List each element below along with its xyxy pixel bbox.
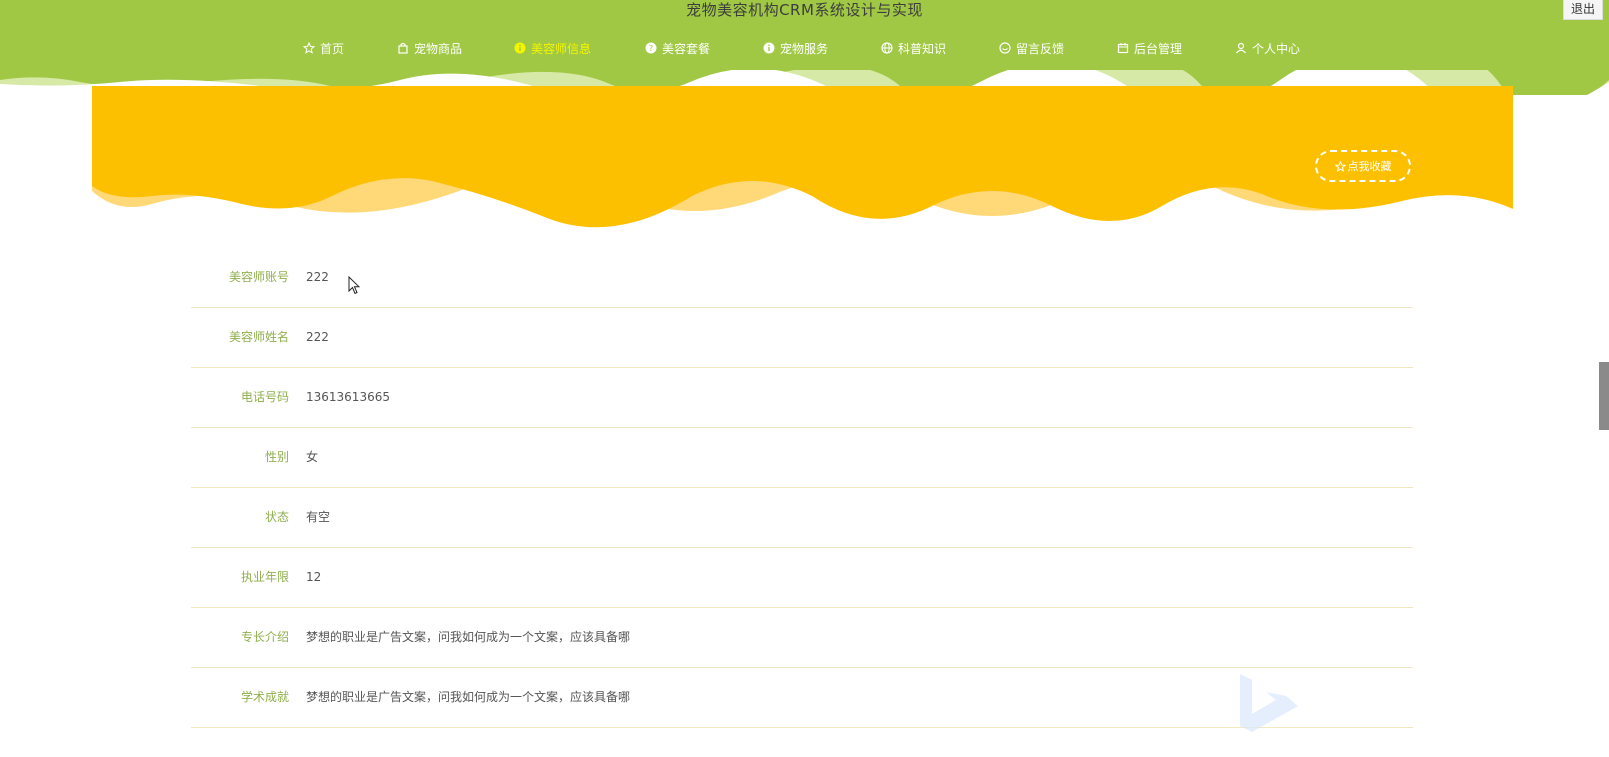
mouse-cursor-icon [348,276,360,295]
nav-item-home[interactable]: 首页 [303,38,344,58]
banner [92,86,1513,228]
nav-item-pet-goods[interactable]: 宠物商品 [397,38,462,58]
user-icon [1236,42,1246,54]
detail-label: 美容师账号 [228,270,289,284]
detail-row-name: 美容师姓名 222 [191,308,1413,368]
info-circle-icon [763,42,775,54]
nav-item-beauty-package[interactable]: ? 美容套餐 [645,38,710,58]
nav-item-groomer-info[interactable]: 美容师信息 [514,38,591,58]
detail-value: 女 [306,450,319,464]
smile-icon [999,42,1011,54]
top-header: 宠物美容机构CRM系统设计与实现 退出 首页 宠物商品 美容师信息 ? 美容套餐… [0,0,1609,100]
detail-value: 梦想的职业是广告文案，问我如何成为一个文案，应该具备哪 [306,690,631,704]
scrollbar-thumb[interactable] [1599,362,1609,430]
nav-label: 宠物服务 [780,41,829,56]
detail-row-gender: 性别 女 [191,428,1413,488]
favorite-button[interactable]: 点我收藏 [1315,150,1411,182]
nav-item-pet-service[interactable]: 宠物服务 [763,38,828,58]
detail-value: 222 [306,270,329,284]
globe-icon [881,42,893,54]
star-icon [303,42,315,54]
site-title: 宠物美容机构CRM系统设计与实现 [686,1,923,19]
nav-label: 首页 [320,41,345,56]
nav-item-feedback[interactable]: 留言反馈 [999,38,1064,58]
watermark-logo-icon [1240,674,1298,732]
detail-row-phone: 电话号码 13613613665 [191,368,1413,428]
detail-label: 美容师姓名 [228,330,289,344]
nav-label: 科普知识 [898,41,947,56]
detail-row-achievement: 学术成就 梦想的职业是广告文案，问我如何成为一个文案，应该具备哪 [191,668,1413,728]
detail-value: 有空 [306,510,331,524]
logout-button[interactable]: 退出 [1563,0,1603,20]
bag-icon [398,42,408,54]
calendar-icon [1117,43,1129,54]
nav-item-admin[interactable]: 后台管理 [1117,38,1182,58]
nav-label: 个人中心 [1252,41,1301,56]
detail-row-status: 状态 有空 [191,488,1413,548]
main-nav: 首页 宠物商品 美容师信息 ? 美容套餐 宠物服务 科普知识 留言反馈 后台管理 [0,38,1609,58]
nav-label: 美容师信息 [531,41,592,56]
detail-label: 学术成就 [240,690,289,704]
info-circle-icon [514,42,526,54]
nav-label: 美容套餐 [662,41,711,56]
groomer-detail: 美容师账号 222 美容师姓名 222 电话号码 13613613665 性别 … [191,248,1413,728]
detail-value: 梦想的职业是广告文案，问我如何成为一个文案，应该具备哪 [306,630,631,644]
detail-row-account: 美容师账号 222 [191,248,1413,308]
nav-label: 宠物商品 [414,41,463,56]
nav-item-science-knowledge[interactable]: 科普知识 [881,38,946,58]
detail-label: 执业年限 [240,570,289,584]
star-outline-icon [1334,160,1346,172]
detail-row-specialty: 专长介绍 梦想的职业是广告文案，问我如何成为一个文案，应该具备哪 [191,608,1413,668]
svg-text:?: ? [649,44,653,53]
detail-value: 12 [306,570,322,584]
detail-value: 13613613665 [306,390,390,404]
nav-label: 留言反馈 [1016,41,1065,56]
detail-label: 性别 [264,450,289,464]
question-circle-icon: ? [645,42,657,54]
nav-label: 后台管理 [1134,41,1183,56]
detail-label: 电话号码 [240,390,289,404]
nav-item-profile[interactable]: 个人中心 [1235,38,1300,58]
detail-value: 222 [306,330,329,344]
detail-label: 状态 [264,510,289,524]
detail-row-years: 执业年限 12 [191,548,1413,608]
page-scrollbar[interactable] [1599,0,1609,757]
detail-label: 专长介绍 [240,630,289,644]
favorite-label: 点我收藏 [1347,160,1392,173]
